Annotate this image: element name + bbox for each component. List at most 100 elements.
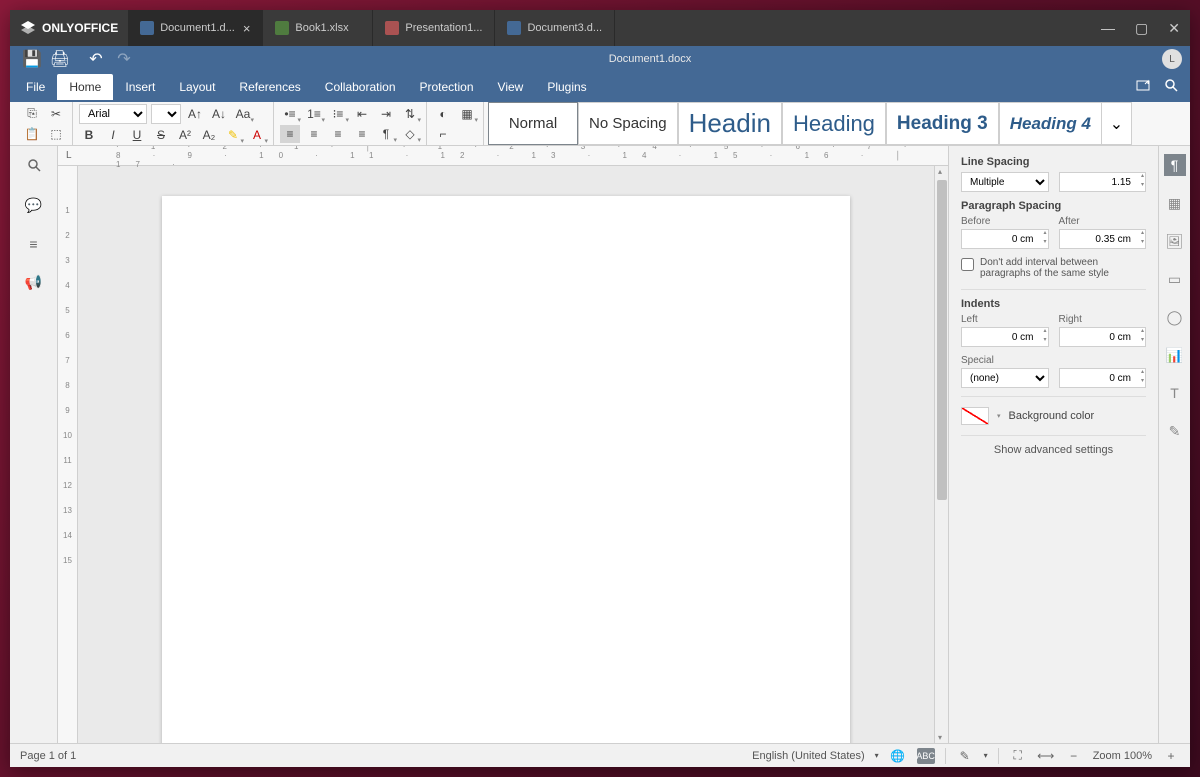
close-icon[interactable]: ×	[243, 21, 251, 36]
line-spacing-value[interactable]	[1059, 172, 1147, 192]
maximize-icon[interactable]: ▢	[1135, 20, 1148, 37]
indent-left[interactable]	[961, 327, 1049, 347]
advanced-settings-link[interactable]: Show advanced settings	[961, 444, 1146, 456]
page-status[interactable]: Page 1 of 1	[20, 750, 76, 762]
menu-view[interactable]: View	[486, 74, 536, 100]
feedback-icon[interactable]: 📢	[25, 274, 42, 291]
line-spacing-button[interactable]: ⇅	[400, 105, 420, 123]
multilevel-button[interactable]: ⁝≡	[328, 105, 348, 123]
headings-icon[interactable]: ≡	[29, 236, 37, 252]
style-heading4[interactable]: Heading 4	[999, 102, 1102, 145]
paragraph-settings-icon[interactable]: ¶	[1164, 154, 1186, 176]
shape-settings-icon[interactable]: ◯	[1164, 306, 1186, 328]
textart-settings-icon[interactable]: T	[1164, 382, 1186, 404]
bg-color-swatch[interactable]	[961, 407, 989, 425]
menu-insert[interactable]: Insert	[113, 74, 167, 100]
tab-document1[interactable]: Document1.d...×	[128, 10, 263, 46]
style-heading2[interactable]: Heading	[782, 102, 886, 145]
cut-icon[interactable]: ✂	[46, 105, 66, 123]
indent-right[interactable]	[1059, 327, 1147, 347]
style-no-spacing[interactable]: No Spacing	[578, 102, 678, 145]
menu-home[interactable]: Home	[57, 74, 113, 100]
italic-button[interactable]: I	[103, 126, 123, 144]
signature-icon[interactable]: ✎	[1164, 420, 1186, 442]
spellcheck-icon[interactable]: ABC	[917, 748, 935, 764]
menu-collaboration[interactable]: Collaboration	[313, 74, 408, 100]
menu-file[interactable]: File	[14, 74, 57, 100]
bold-button[interactable]: B	[79, 126, 99, 144]
horizontal-ruler[interactable]: · 1 · 2 · 1 · │ · 1 · 2 · 3 · 4 · 5 · 6 …	[58, 146, 948, 166]
font-size-select[interactable]: 11	[151, 104, 181, 124]
vertical-ruler[interactable]: 123456789101112131415	[58, 166, 78, 743]
increase-font-icon[interactable]: A↑	[185, 105, 205, 123]
menu-protection[interactable]: Protection	[408, 74, 486, 100]
undo-icon[interactable]: ↶	[86, 49, 106, 69]
align-center-button[interactable]: ≡	[304, 125, 324, 143]
subscript-button[interactable]: A₂	[199, 126, 219, 144]
close-icon[interactable]: ✕	[1168, 20, 1180, 37]
document-page[interactable]	[162, 196, 850, 743]
doclang-icon[interactable]: 🌐	[889, 748, 907, 764]
page-container[interactable]	[78, 166, 934, 743]
underline-button[interactable]: U	[127, 126, 147, 144]
scrollbar-thumb[interactable]	[937, 180, 947, 500]
redo-icon[interactable]: ↷	[114, 49, 134, 69]
no-interval-check[interactable]: Don't add interval between paragraphs of…	[961, 257, 1146, 279]
save-icon[interactable]: 💾	[22, 49, 42, 69]
chart-settings-icon[interactable]: 📊	[1164, 344, 1186, 366]
numbering-button[interactable]: 1≡	[304, 105, 324, 123]
superscript-button[interactable]: A²	[175, 126, 195, 144]
menu-layout[interactable]: Layout	[167, 74, 227, 100]
image-settings-icon[interactable]: 🖼	[1164, 230, 1186, 252]
decrease-font-icon[interactable]: A↓	[209, 105, 229, 123]
align-right-button[interactable]: ≡	[328, 125, 348, 143]
indent-special-by[interactable]	[1059, 368, 1147, 388]
align-justify-button[interactable]: ≡	[352, 125, 372, 143]
inc-indent-button[interactable]: ⇥	[376, 105, 396, 123]
style-heading3[interactable]: Heading 3	[886, 102, 999, 145]
style-heading1[interactable]: Headin	[678, 102, 782, 145]
insert-button[interactable]: ▦	[457, 105, 477, 123]
comments-icon[interactable]: 💬	[25, 197, 42, 214]
font-color-button[interactable]: A	[247, 126, 267, 144]
avatar[interactable]: L	[1162, 49, 1182, 69]
change-case-icon[interactable]: Aa	[233, 105, 253, 123]
menu-plugins[interactable]: Plugins	[535, 74, 598, 100]
find-icon[interactable]	[27, 158, 41, 175]
header-settings-icon[interactable]: ▭	[1164, 268, 1186, 290]
shading-button[interactable]: ◇	[400, 125, 420, 143]
tab-book1[interactable]: Book1.xlsx	[263, 10, 373, 46]
style-expand-button[interactable]: ⌄	[1102, 102, 1132, 145]
fit-page-icon[interactable]: ⛶	[1009, 748, 1027, 764]
fit-width-icon[interactable]: ⟷	[1037, 748, 1055, 764]
nonprinting-button[interactable]: ¶	[376, 125, 396, 143]
style-normal[interactable]: Normal	[488, 102, 578, 145]
indent-special[interactable]: (none)	[961, 368, 1049, 388]
strikethrough-button[interactable]: S	[151, 126, 171, 144]
minimize-icon[interactable]: —	[1101, 20, 1115, 37]
menu-references[interactable]: References	[227, 74, 312, 100]
tab-presentation1[interactable]: Presentation1...	[373, 10, 495, 46]
dec-indent-button[interactable]: ⇤	[352, 105, 372, 123]
copy-icon[interactable]: ⎘	[22, 105, 42, 123]
zoom-value[interactable]: Zoom 100%	[1093, 750, 1152, 762]
highlight-color-button[interactable]: ✎	[223, 126, 243, 144]
line-spacing-mode[interactable]: Multiple	[961, 172, 1049, 192]
search-icon[interactable]	[1164, 78, 1178, 97]
zoom-in-icon[interactable]: +	[1162, 748, 1180, 764]
align-left-button[interactable]: ≡	[280, 125, 300, 143]
trackchanges-icon[interactable]: ✎	[956, 748, 974, 764]
select-icon[interactable]: ⬚	[46, 125, 66, 143]
font-name-select[interactable]: Arial	[79, 104, 147, 124]
open-location-icon[interactable]	[1136, 78, 1150, 97]
copy-style-button[interactable]: ⌐	[433, 125, 453, 143]
bullets-button[interactable]: •≡	[280, 105, 300, 123]
table-settings-icon[interactable]: ▦	[1164, 192, 1186, 214]
paste-icon[interactable]: 📋	[22, 125, 42, 143]
clear-style-button[interactable]: ◐	[433, 105, 453, 123]
language-status[interactable]: English (United States)	[752, 750, 865, 762]
vertical-scrollbar[interactable]	[934, 166, 948, 743]
print-icon[interactable]: 🖨	[50, 49, 70, 69]
spacing-before[interactable]	[961, 229, 1049, 249]
zoom-out-icon[interactable]: −	[1065, 748, 1083, 764]
